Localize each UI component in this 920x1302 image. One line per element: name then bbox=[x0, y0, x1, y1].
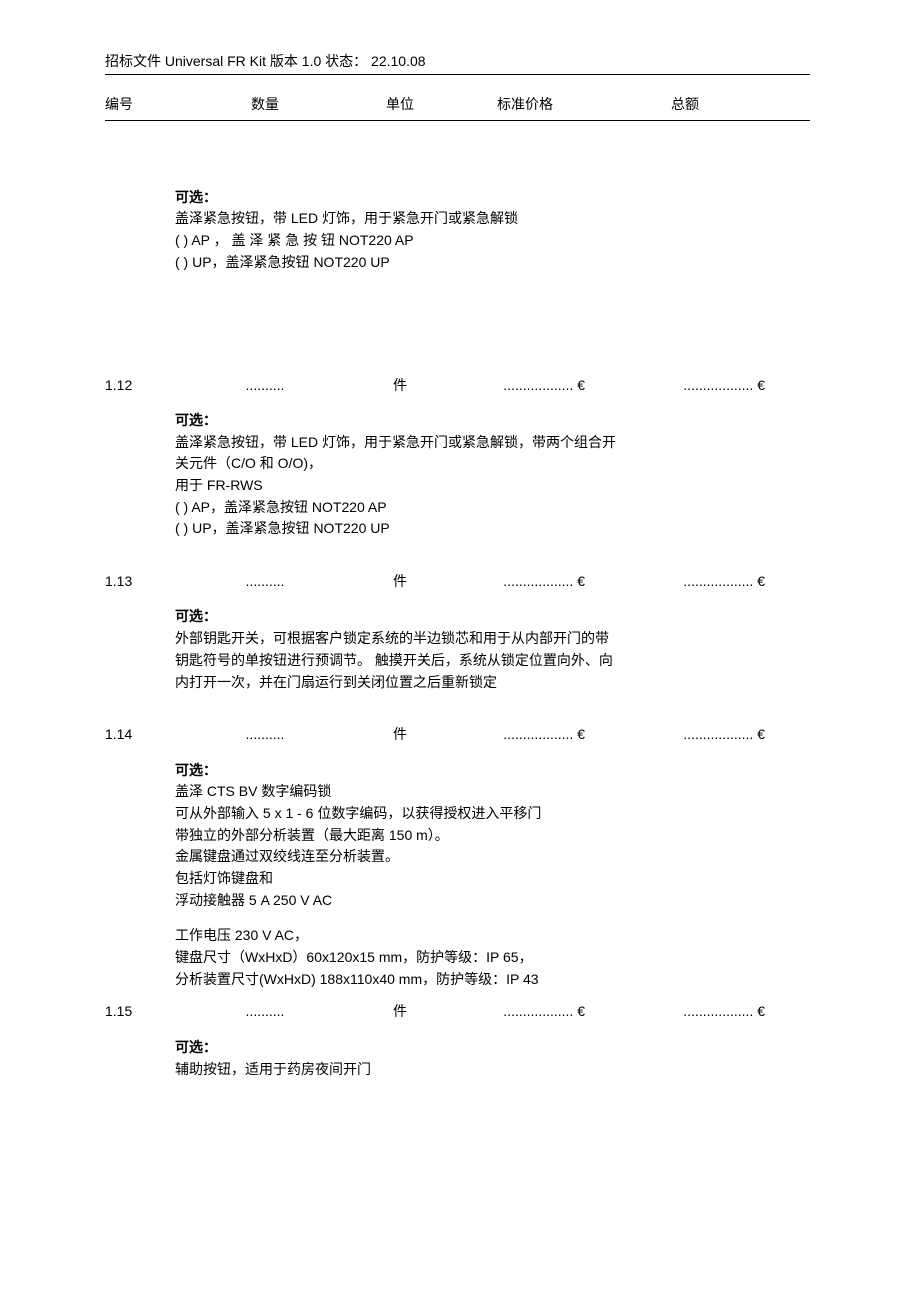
item-unit: 件 bbox=[355, 723, 445, 745]
item-number: 1.14 bbox=[105, 723, 175, 745]
col-header-price: 标准价格 bbox=[445, 93, 605, 115]
column-headers: 编号 数量 单位 标准价格 总额 bbox=[105, 93, 810, 115]
desc-line: 外部钥匙开关，可根据客户锁定系统的半边锁芯和用于从内部开门的带 bbox=[175, 628, 790, 650]
description-block-first: 可选： 盖泽紧急按钮，带 LED 灯饰，用于紧急开门或紧急解锁 ( ) AP ，… bbox=[105, 187, 810, 274]
item-price: .................. € bbox=[445, 723, 605, 745]
desc-line: 关元件（C/O 和 O/O)， bbox=[175, 453, 790, 475]
item-qty: .......... bbox=[175, 374, 355, 396]
desc-line: 辅助按钮，适用于药房夜间开门 bbox=[175, 1059, 790, 1081]
desc-line: ( ) UP，盖泽紧急按钮 NOT220 UP bbox=[175, 252, 790, 274]
item-row: 1.12 .......... 件 .................. € .… bbox=[105, 374, 810, 396]
desc-spaced: ( ) AP ， 盖 泽 紧 急 按 钮 NOT220 AP bbox=[175, 230, 414, 252]
col-header-num: 编号 bbox=[105, 93, 175, 115]
item-qty: .......... bbox=[175, 1000, 355, 1022]
desc-line: 用于 FR-RWS bbox=[175, 475, 790, 497]
item-row: 1.14 .......... 件 .................. € .… bbox=[105, 723, 810, 745]
desc-line: ( ) UP，盖泽紧急按钮 NOT220 UP bbox=[175, 518, 790, 540]
col-header-qty: 数量 bbox=[175, 93, 355, 115]
item-total: .................. € bbox=[605, 723, 765, 745]
item-row: 1.13 .......... 件 .................. € .… bbox=[105, 570, 810, 592]
item-total: .................. € bbox=[605, 570, 765, 592]
document-header: 招标文件 Universal FR Kit 版本 1.0 状态： 22.10.0… bbox=[105, 50, 810, 72]
desc-line: ( ) AP ， 盖 泽 紧 急 按 钮 NOT220 AP bbox=[175, 230, 790, 252]
desc-line: 分析装置尺寸(WxHxD) 188x110x40 mm，防护等级：IP 43 bbox=[175, 969, 790, 991]
item-price: .................. € bbox=[445, 374, 605, 396]
description-block: 可选： 盖泽 CTS BV 数字编码锁 可从外部输入 5 x 1 - 6 位数字… bbox=[105, 760, 810, 912]
item-price: .................. € bbox=[445, 570, 605, 592]
desc-line: 内打开一次，并在门扇运行到关闭位置之后重新锁定 bbox=[175, 672, 790, 694]
item-qty: .......... bbox=[175, 723, 355, 745]
desc-line: 浮动接触器 5 A 250 V AC bbox=[175, 890, 790, 912]
optional-label: 可选： bbox=[175, 187, 790, 209]
desc-line: 包括灯饰键盘和 bbox=[175, 868, 790, 890]
item-qty: .......... bbox=[175, 570, 355, 592]
description-block: 可选： 辅助按钮，适用于药房夜间开门 bbox=[105, 1037, 810, 1080]
desc-line: 盖泽紧急按钮，带 LED 灯饰，用于紧急开门或紧急解锁 bbox=[175, 208, 790, 230]
item-total: .................. € bbox=[605, 1000, 765, 1022]
item-number: 1.12 bbox=[105, 374, 175, 396]
optional-label: 可选： bbox=[175, 606, 790, 628]
description-block: 可选： 盖泽紧急按钮，带 LED 灯饰，用于紧急开门或紧急解锁，带两个组合开 关… bbox=[105, 410, 810, 540]
description-block: 可选： 外部钥匙开关，可根据客户锁定系统的半边锁芯和用于从内部开门的带 钥匙符号… bbox=[105, 606, 810, 693]
desc-line: ( ) AP，盖泽紧急按钮 NOT220 AP bbox=[175, 497, 790, 519]
rule-top bbox=[105, 74, 810, 75]
desc-line: 金属键盘通过双绞线连至分析装置。 bbox=[175, 846, 790, 868]
desc-line: 钥匙符号的单按钮进行预调节。 触摸开关后，系统从锁定位置向外、向 bbox=[175, 650, 790, 672]
desc-line: 盖泽 CTS BV 数字编码锁 bbox=[175, 781, 790, 803]
optional-label: 可选： bbox=[175, 760, 790, 782]
description-block-extra: 工作电压 230 V AC， 键盘尺寸（WxHxD）60x120x15 mm，防… bbox=[105, 925, 810, 990]
item-unit: 件 bbox=[355, 570, 445, 592]
rule-sub bbox=[105, 120, 810, 121]
item-number: 1.13 bbox=[105, 570, 175, 592]
item-total: .................. € bbox=[605, 374, 765, 396]
item-price: .................. € bbox=[445, 1000, 605, 1022]
desc-line: 可从外部输入 5 x 1 - 6 位数字编码，以获得授权进入平移门 bbox=[175, 803, 790, 825]
desc-line: 工作电压 230 V AC， bbox=[175, 925, 790, 947]
desc-line: 键盘尺寸（WxHxD）60x120x15 mm，防护等级：IP 65， bbox=[175, 947, 790, 969]
desc-line: 带独立的外部分析装置（最大距离 150 m）。 bbox=[175, 825, 790, 847]
optional-label: 可选： bbox=[175, 410, 790, 432]
optional-label: 可选： bbox=[175, 1037, 790, 1059]
col-header-total: 总额 bbox=[605, 93, 765, 115]
desc-line: 盖泽紧急按钮，带 LED 灯饰，用于紧急开门或紧急解锁，带两个组合开 bbox=[175, 432, 790, 454]
col-header-unit: 单位 bbox=[355, 93, 445, 115]
item-unit: 件 bbox=[355, 1000, 445, 1022]
item-number: 1.15 bbox=[105, 1000, 175, 1022]
item-row: 1.15 .......... 件 .................. € .… bbox=[105, 1000, 810, 1022]
item-unit: 件 bbox=[355, 374, 445, 396]
